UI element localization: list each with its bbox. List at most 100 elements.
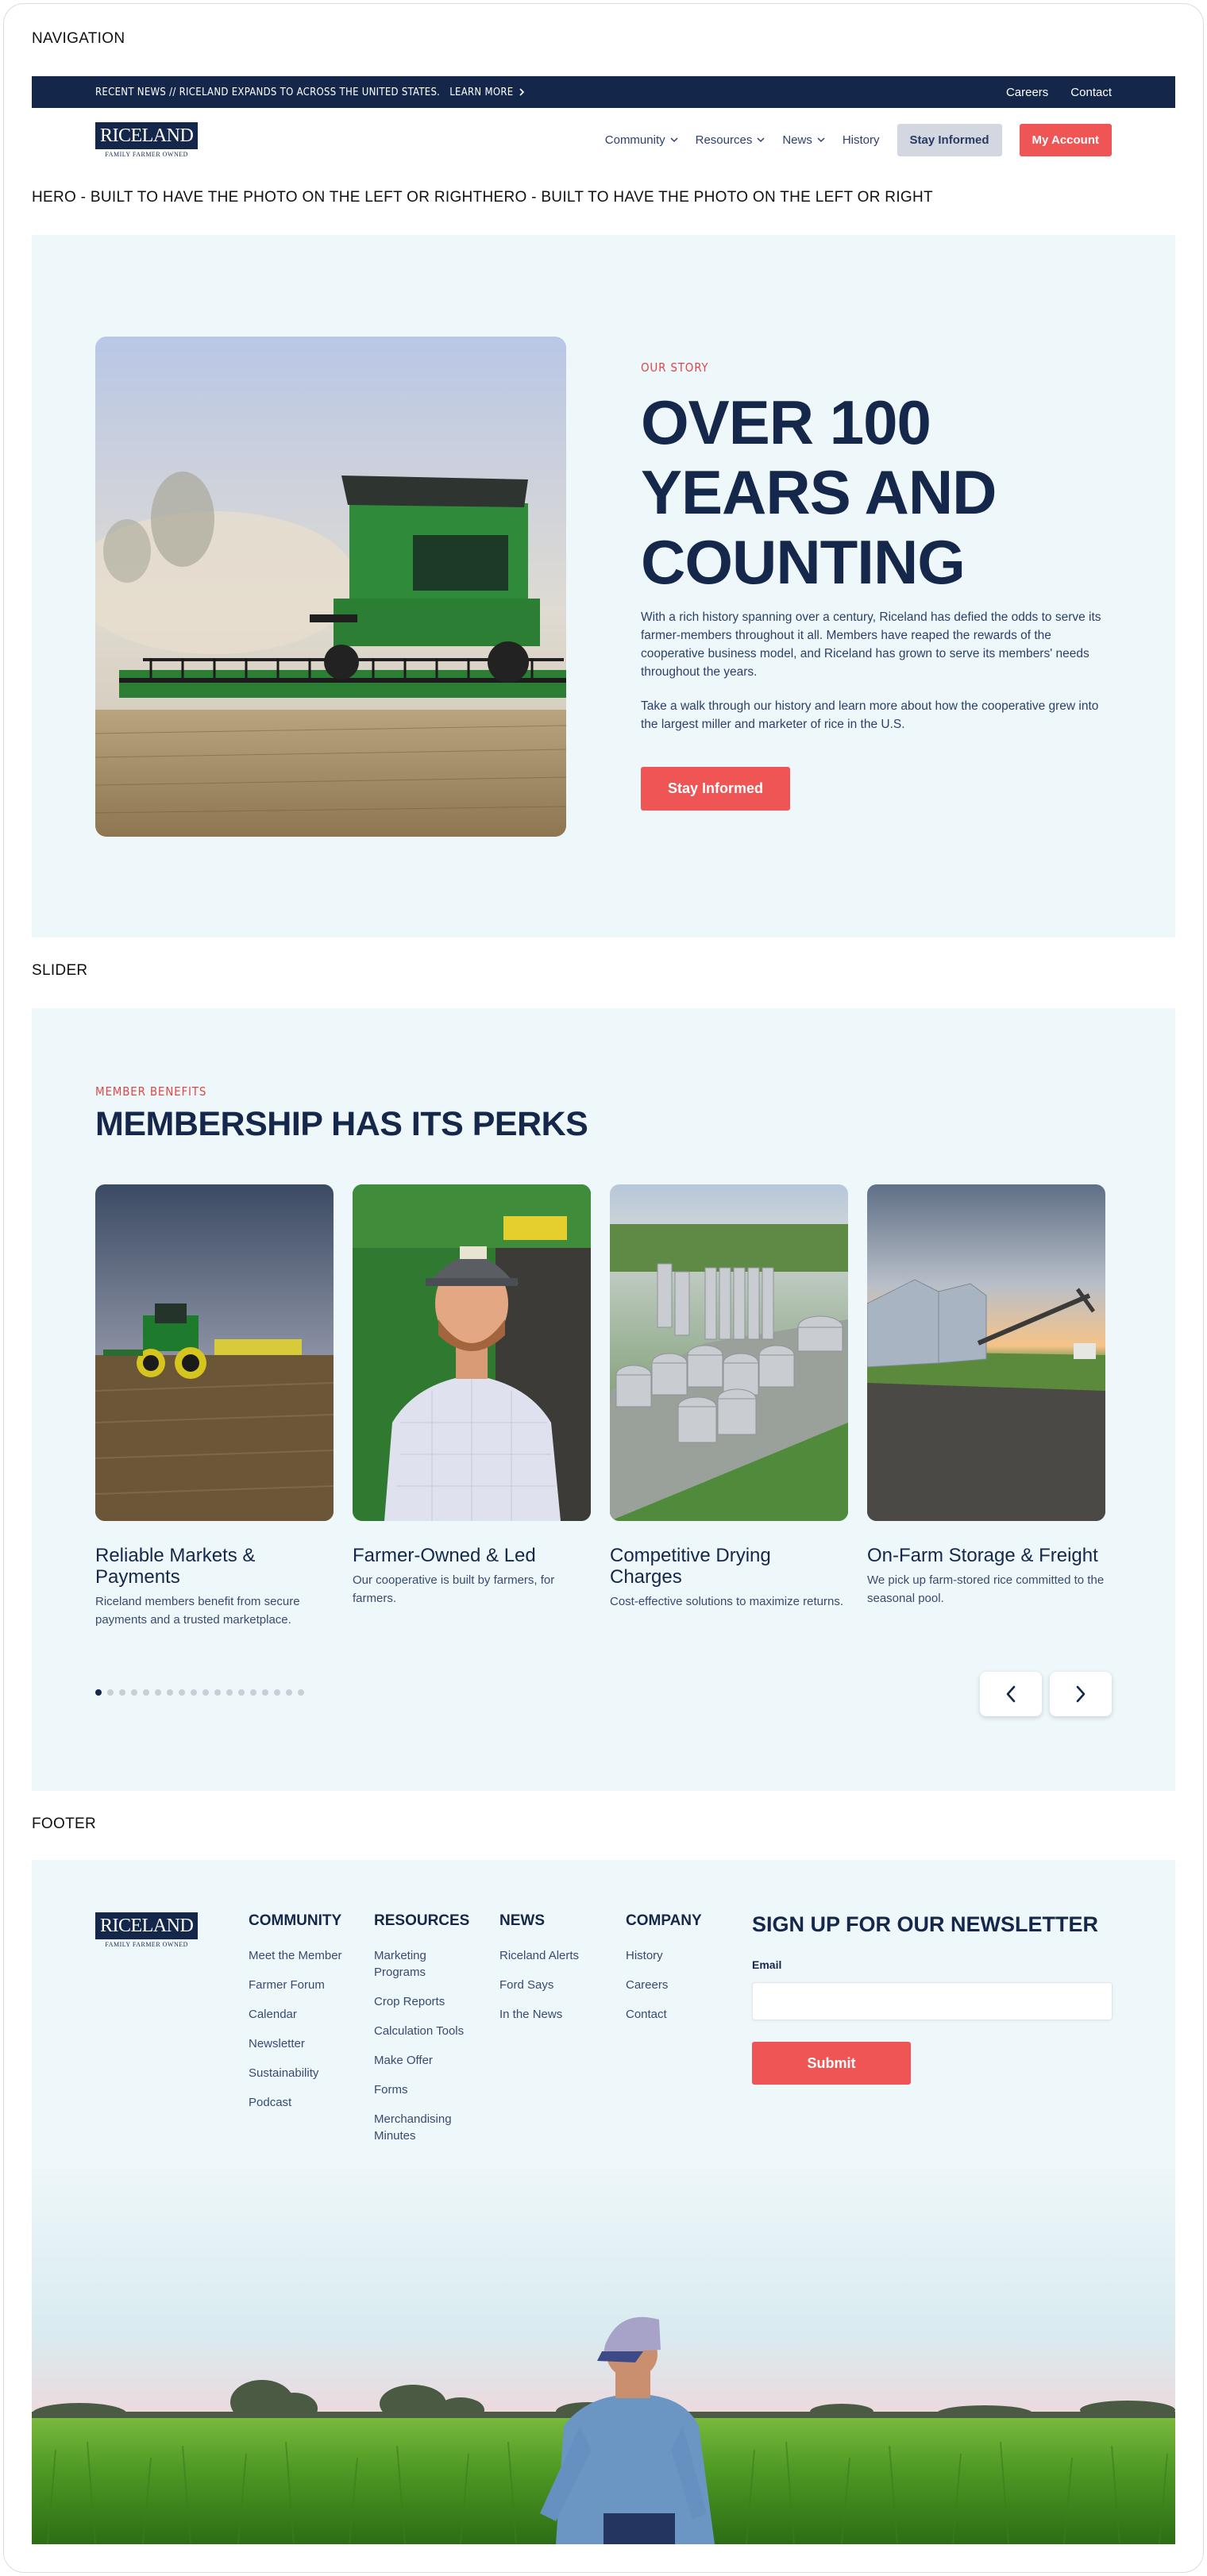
- slider-dot[interactable]: [107, 1689, 114, 1696]
- menu-community[interactable]: Community: [605, 133, 678, 147]
- footer-link[interactable]: Meet the Member: [249, 1947, 344, 1964]
- perk-card[interactable]: Reliable Markets & Payments Riceland mem…: [95, 1184, 334, 1629]
- footer-link[interactable]: Forms: [374, 2081, 469, 2098]
- footer-heading: COMPANY: [626, 1912, 702, 1929]
- footer-link[interactable]: Riceland Alerts: [499, 1947, 595, 1964]
- chevron-down-icon: [817, 137, 825, 143]
- slider-dot[interactable]: [95, 1689, 102, 1696]
- perk-description: We pick up farm-stored rice committed to…: [867, 1573, 1105, 1605]
- top-bar: RECENT NEWS // RICELAND EXPANDS TO ACROS…: [32, 76, 1175, 108]
- hero-paragraph-1: With a rich history spanning over a cent…: [641, 610, 1101, 679]
- footer-link[interactable]: Contact: [626, 2006, 721, 2023]
- careers-link[interactable]: Careers: [1006, 86, 1048, 99]
- perk-card[interactable]: Competitive Drying Charges Cost-effectiv…: [610, 1184, 848, 1611]
- hero-text: OUR STORY OVER 100 YEARS AND COUNTING Wi…: [641, 360, 1117, 811]
- perk-description: Riceland members benefit from secure pay…: [95, 1595, 300, 1627]
- logo-wordmark: RICELAND: [95, 121, 199, 149]
- perk-description: Our cooperative is built by farmers, for…: [353, 1573, 555, 1605]
- slider-next-button[interactable]: [1050, 1672, 1112, 1716]
- footer-link[interactable]: Podcast: [249, 2094, 344, 2111]
- slider-dot[interactable]: [179, 1689, 185, 1696]
- hero-stay-informed-button[interactable]: Stay Informed: [641, 767, 791, 811]
- slider-dot[interactable]: [226, 1689, 233, 1696]
- footer-link[interactable]: Merchandising Minutes: [374, 2111, 469, 2144]
- footer-riceland-logo[interactable]: RICELAND FAMILY FARMER OWNED: [95, 1912, 199, 1948]
- menu-resources-label: Resources: [695, 133, 753, 147]
- footer-link[interactable]: Make Offer: [374, 2052, 469, 2069]
- slider-dot[interactable]: [238, 1689, 245, 1696]
- slider-dot[interactable]: [274, 1689, 280, 1696]
- section-label-navigation: NAVIGATION: [32, 30, 125, 47]
- logo-wordmark: RICELAND: [95, 1912, 199, 1939]
- footer-link[interactable]: Careers: [626, 1977, 721, 1993]
- slider-dot[interactable]: [119, 1689, 125, 1696]
- chevron-right-icon: [1076, 1685, 1086, 1703]
- email-field[interactable]: [752, 1982, 1113, 2020]
- slider-dot[interactable]: [143, 1689, 149, 1696]
- chevron-down-icon: [757, 137, 765, 143]
- hero-section: OUR STORY OVER 100 YEARS AND COUNTING Wi…: [32, 235, 1175, 938]
- perk-title: Farmer-Owned & Led: [353, 1545, 536, 1566]
- grain-elevator-photo: [610, 1184, 848, 1521]
- footer-link[interactable]: Crop Reports: [374, 1993, 469, 2010]
- perk-title: On-Farm Storage & Freight: [867, 1545, 1098, 1566]
- perk-description: Cost-effective solutions to maximize ret…: [610, 1595, 844, 1608]
- submit-button[interactable]: Submit: [752, 2042, 911, 2085]
- newsletter-heading: SIGN UP FOR OUR NEWSLETTER: [752, 1912, 1099, 1936]
- slider-dot[interactable]: [202, 1689, 209, 1696]
- contact-link[interactable]: Contact: [1070, 86, 1112, 99]
- footer-link[interactable]: Calculation Tools: [374, 2023, 469, 2039]
- slider-dot[interactable]: [155, 1689, 161, 1696]
- chevron-left-icon: [1006, 1685, 1016, 1703]
- footer-column-company: COMPANY History Careers Contact: [626, 1912, 721, 2035]
- slider-dot[interactable]: [298, 1689, 304, 1696]
- slider-dot[interactable]: [131, 1689, 137, 1696]
- my-account-button[interactable]: My Account: [1019, 123, 1112, 156]
- footer-link[interactable]: In the News: [499, 2006, 595, 2023]
- menu-news[interactable]: News: [782, 133, 825, 147]
- main-bar: RICELAND FAMILY FARMER OWNED Community R…: [32, 108, 1175, 171]
- footer-column-news: NEWS Riceland Alerts Ford Says In the Ne…: [499, 1912, 595, 2035]
- slider-prev-button[interactable]: [980, 1672, 1042, 1716]
- news-text: RECENT NEWS // RICELAND EXPANDS TO ACROS…: [95, 86, 441, 98]
- slider-eyebrow: MEMBER BENEFITS: [95, 1084, 207, 1099]
- footer-link[interactable]: Farmer Forum: [249, 1977, 344, 1993]
- footer-column-resources: RESOURCES Marketing Programs Crop Report…: [374, 1912, 469, 2157]
- footer-link[interactable]: Sustainability: [249, 2065, 344, 2081]
- footer-link[interactable]: Ford Says: [499, 1977, 595, 1993]
- combine-harvester-photo: [95, 337, 566, 837]
- grain-bins-auger-photo: [867, 1184, 1105, 1521]
- menu-history[interactable]: History: [843, 133, 880, 147]
- section-label-hero: HERO - BUILT TO HAVE THE PHOTO ON THE LE…: [32, 189, 933, 206]
- slider-dot[interactable]: [262, 1689, 268, 1696]
- menu-resources[interactable]: Resources: [696, 133, 765, 147]
- farmer-portrait-photo: [353, 1184, 591, 1521]
- perk-title: Competitive Drying Charges: [610, 1545, 771, 1588]
- slider-dot[interactable]: [167, 1689, 173, 1696]
- slider-dot[interactable]: [191, 1689, 197, 1696]
- footer-link[interactable]: History: [626, 1947, 721, 1964]
- email-label: Email: [752, 1958, 782, 1971]
- learn-more-link[interactable]: LEARN MORE: [449, 87, 524, 98]
- footer-link[interactable]: Calendar: [249, 2006, 344, 2023]
- footer-heading: COMMUNITY: [249, 1912, 342, 1929]
- perk-card[interactable]: Farmer-Owned & Led Our cooperative is bu…: [353, 1184, 591, 1608]
- stay-informed-button[interactable]: Stay Informed: [897, 123, 1002, 156]
- hero-title: OVER 100 YEARS AND COUNTING: [641, 387, 997, 597]
- site-navigation: RECENT NEWS // RICELAND EXPANDS TO ACROS…: [32, 76, 1175, 171]
- chevron-down-icon: [670, 137, 678, 143]
- slider-dot[interactable]: [286, 1689, 292, 1696]
- hero-eyebrow: OUR STORY: [641, 360, 709, 375]
- perk-card[interactable]: On-Farm Storage & Freight We pick up far…: [867, 1184, 1105, 1608]
- riceland-logo[interactable]: RICELAND FAMILY FARMER OWNED: [95, 121, 199, 158]
- slider-dot[interactable]: [250, 1689, 256, 1696]
- footer-link[interactable]: Newsletter: [249, 2035, 344, 2052]
- footer-link[interactable]: Marketing Programs: [374, 1947, 469, 1981]
- main-menu: Community Resources News History Stay In…: [605, 123, 1112, 156]
- section-label-footer: FOOTER: [32, 1816, 96, 1832]
- logo-tagline: FAMILY FARMER OWNED: [105, 1941, 188, 1948]
- news-ticker: RECENT NEWS // RICELAND EXPANDS TO ACROS…: [95, 87, 525, 98]
- slider-dot[interactable]: [214, 1689, 221, 1696]
- footer-column-community: COMMUNITY Meet the Member Farmer Forum C…: [249, 1912, 344, 2124]
- farmer-in-rice-field-photo: [32, 2164, 1175, 2544]
